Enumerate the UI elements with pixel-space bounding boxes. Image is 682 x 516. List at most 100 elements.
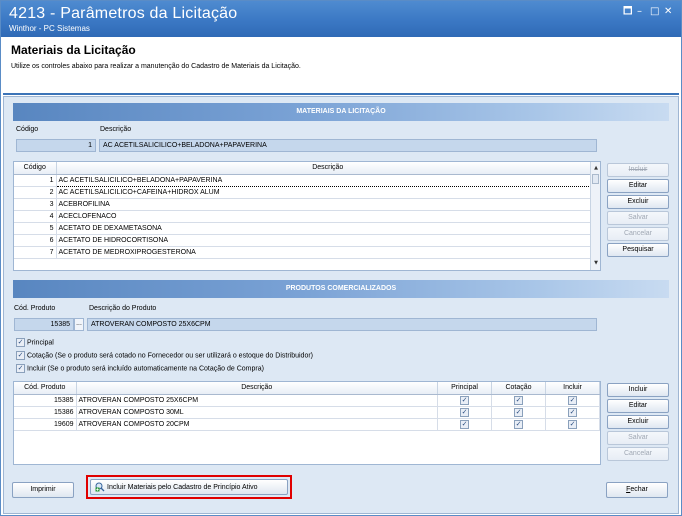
materiais-excluir-button[interactable]: Excluir bbox=[607, 195, 669, 209]
table-row[interactable]: 5 ACETATO DE DEXAMETASONA bbox=[14, 222, 600, 235]
codigo-label: Código bbox=[16, 126, 39, 133]
cell-codigo: 7 bbox=[14, 246, 57, 259]
scroll-up-icon[interactable]: ▲ bbox=[591, 164, 600, 172]
column-header-cotacao[interactable]: Cotação bbox=[491, 382, 546, 395]
cotacao-label: Cotação (Se o produto será cotado no For… bbox=[27, 352, 313, 360]
cell-descricao-produto: ATROVERAN COMPOSTO 25X6CPM bbox=[76, 394, 438, 407]
restore-icon[interactable]: 🗖 bbox=[623, 6, 633, 18]
cell-codigo: 2 bbox=[14, 186, 57, 199]
cell-incluir: ✓ bbox=[545, 406, 600, 419]
cell-codigo: 5 bbox=[14, 222, 57, 235]
descricao-label: Descrição bbox=[100, 126, 132, 133]
table-row[interactable]: 3 ACEBROFILINA bbox=[14, 198, 600, 211]
checkbox-icon: ✓ bbox=[16, 338, 25, 347]
column-header-descricao[interactable]: Descrição bbox=[56, 162, 600, 175]
cell-descricao: ACETATO DE HIDROCORTISONA bbox=[56, 234, 600, 247]
table-row[interactable]: 15386 ATROVERAN COMPOSTO 30ML ✓ ✓ ✓ bbox=[14, 406, 600, 419]
principal-checkbox[interactable]: ✓ bbox=[460, 395, 469, 405]
cell-descricao: ACECLOFENACO bbox=[56, 210, 600, 223]
incluir-checkbox[interactable]: ✓ bbox=[568, 419, 577, 429]
add-search-icon bbox=[95, 482, 105, 492]
incluir-checkbox[interactable]: ✓ bbox=[568, 395, 577, 405]
page-description: Utilize os controles abaixo para realiza… bbox=[11, 63, 301, 70]
codigo-field[interactable]: 1 bbox=[16, 139, 96, 152]
cell-codigo: 6 bbox=[14, 234, 57, 247]
produtos-cancelar-button[interactable]: Cancelar bbox=[607, 447, 669, 461]
materiais-editar-button[interactable]: Editar bbox=[607, 179, 669, 193]
incluir-checkbox[interactable]: ✓ bbox=[568, 407, 577, 417]
materiais-salvar-button[interactable]: Salvar bbox=[607, 211, 669, 225]
cell-descricao-produto: ATROVERAN COMPOSTO 30ML bbox=[76, 406, 438, 419]
incluir-materiais-button[interactable]: Incluir Materiais pelo Cadastro de Princ… bbox=[90, 479, 288, 495]
column-header-descricao-produto[interactable]: Descrição bbox=[76, 382, 438, 395]
cell-cotacao: ✓ bbox=[491, 418, 546, 431]
materiais-pesquisar-button[interactable]: Pesquisar bbox=[607, 243, 669, 257]
cod-produto-lookup-button[interactable]: ... bbox=[74, 318, 84, 331]
fechar-label: echar bbox=[630, 486, 648, 493]
table-row[interactable]: 1 AC ACETILSALICILICO+BELADONA+PAPAVERINA bbox=[14, 173, 600, 187]
page-header: Materiais da Licitação Utilize os contro… bbox=[3, 37, 679, 95]
descricao-produto-label: Descrição do Produto bbox=[89, 305, 157, 312]
table-row[interactable]: 4 ACECLOFENACO bbox=[14, 210, 600, 223]
scroll-thumb[interactable] bbox=[592, 174, 599, 184]
materiais-cancelar-button[interactable]: Cancelar bbox=[607, 227, 669, 241]
produtos-incluir-button[interactable]: Incluir bbox=[607, 383, 669, 397]
column-header-principal[interactable]: Principal bbox=[437, 382, 492, 395]
cell-cod-produto: 15386 bbox=[14, 406, 77, 419]
cell-cod-produto: 15385 bbox=[14, 394, 77, 407]
column-header-incluir[interactable]: Incluir bbox=[545, 382, 600, 395]
incluir-checkbox[interactable]: ✓ Incluir (Se o produto será incluído aut… bbox=[16, 364, 264, 373]
produtos-salvar-button[interactable]: Salvar bbox=[607, 431, 669, 445]
cell-incluir: ✓ bbox=[545, 418, 600, 431]
materiais-grid: Código Descrição 1 AC ACETILSALICILICO+BE… bbox=[13, 161, 601, 271]
table-row[interactable]: 6 ACETATO DE HIDROCORTISONA bbox=[14, 234, 600, 247]
table-row[interactable]: 2 AC ACETILSALICILICO+CAFEINA+HIDROX ALUM bbox=[14, 186, 600, 199]
fechar-button[interactable]: Fechar bbox=[606, 482, 668, 498]
cell-descricao: AC ACETILSALICILICO+BELADONA+PAPAVERINA bbox=[55, 173, 600, 187]
descricao-produto-field[interactable]: ATROVERAN COMPOSTO 25X6CPM bbox=[87, 318, 597, 331]
materiais-incluir-button[interactable]: Incluir bbox=[607, 163, 669, 177]
materiais-scrollbar[interactable]: ▲ ▼ bbox=[590, 162, 600, 270]
window-subtitle: Winthor - PC Sistemas bbox=[9, 24, 90, 33]
cotacao-checkbox[interactable]: ✓ bbox=[514, 407, 523, 417]
cell-descricao: ACETATO DE MEDROXIPROGESTERONA bbox=[56, 246, 600, 259]
checkbox-icon: ✓ bbox=[16, 351, 25, 360]
incluir-label: Incluir (Se o produto será incluído auto… bbox=[27, 365, 264, 373]
cell-cotacao: ✓ bbox=[491, 394, 546, 407]
cell-descricao: ACETATO DE DEXAMETASONA bbox=[56, 222, 600, 235]
title-bar: 4213 - Parâmetros da Licitação Winthor -… bbox=[1, 1, 681, 37]
cell-cod-produto: 19609 bbox=[14, 418, 77, 431]
minimize-icon[interactable]: – bbox=[637, 6, 642, 18]
descricao-field[interactable]: AC ACETILSALICILICO+BELADONA+PAPAVERINA bbox=[99, 139, 597, 152]
cell-incluir: ✓ bbox=[545, 394, 600, 407]
checkbox-icon: ✓ bbox=[16, 364, 25, 373]
column-header-codigo[interactable]: Código bbox=[14, 162, 57, 175]
produtos-editar-button[interactable]: Editar bbox=[607, 399, 669, 413]
maximize-icon[interactable]: □ bbox=[650, 6, 659, 18]
imprimir-button[interactable]: Imprimir bbox=[12, 482, 74, 498]
cotacao-checkbox[interactable]: ✓ Cotação (Se o produto será cotado no Fo… bbox=[16, 351, 313, 360]
cell-principal: ✓ bbox=[437, 418, 492, 431]
app-window: 4213 - Parâmetros da Licitação Winthor -… bbox=[0, 0, 682, 516]
table-row[interactable]: 19609 ATROVERAN COMPOSTO 20CPM ✓ ✓ ✓ bbox=[14, 418, 600, 431]
cell-principal: ✓ bbox=[437, 394, 492, 407]
cell-descricao: AC ACETILSALICILICO+CAFEINA+HIDROX ALUM bbox=[56, 186, 600, 199]
close-icon[interactable]: ✕ bbox=[664, 6, 672, 18]
cell-codigo: 3 bbox=[14, 198, 57, 211]
principal-checkbox[interactable]: ✓ bbox=[460, 419, 469, 429]
table-row[interactable]: 15385 ATROVERAN COMPOSTO 25X6CPM ✓ ✓ ✓ bbox=[14, 394, 600, 407]
column-header-cod-produto[interactable]: Cód. Produto bbox=[14, 382, 77, 395]
materiais-section-header: MATERIAIS DA LICITAÇÃO bbox=[13, 103, 669, 121]
scroll-down-icon[interactable]: ▼ bbox=[591, 259, 600, 267]
highlight-frame: Incluir Materiais pelo Cadastro de Princ… bbox=[86, 475, 292, 499]
cod-produto-field[interactable]: 15385 bbox=[14, 318, 74, 331]
table-row[interactable]: 7 ACETATO DE MEDROXIPROGESTERONA bbox=[14, 246, 600, 259]
main-panel: MATERIAIS DA LICITAÇÃO Código Descrição … bbox=[3, 96, 679, 514]
principal-checkbox[interactable]: ✓ bbox=[460, 407, 469, 417]
cell-codigo: 1 bbox=[14, 174, 57, 187]
principal-checkbox[interactable]: ✓ Principal bbox=[16, 338, 54, 347]
cotacao-checkbox[interactable]: ✓ bbox=[514, 395, 523, 405]
produtos-section-header: PRODUTOS COMERCIALIZADOS bbox=[13, 280, 669, 298]
cotacao-checkbox[interactable]: ✓ bbox=[514, 419, 523, 429]
produtos-excluir-button[interactable]: Excluir bbox=[607, 415, 669, 429]
